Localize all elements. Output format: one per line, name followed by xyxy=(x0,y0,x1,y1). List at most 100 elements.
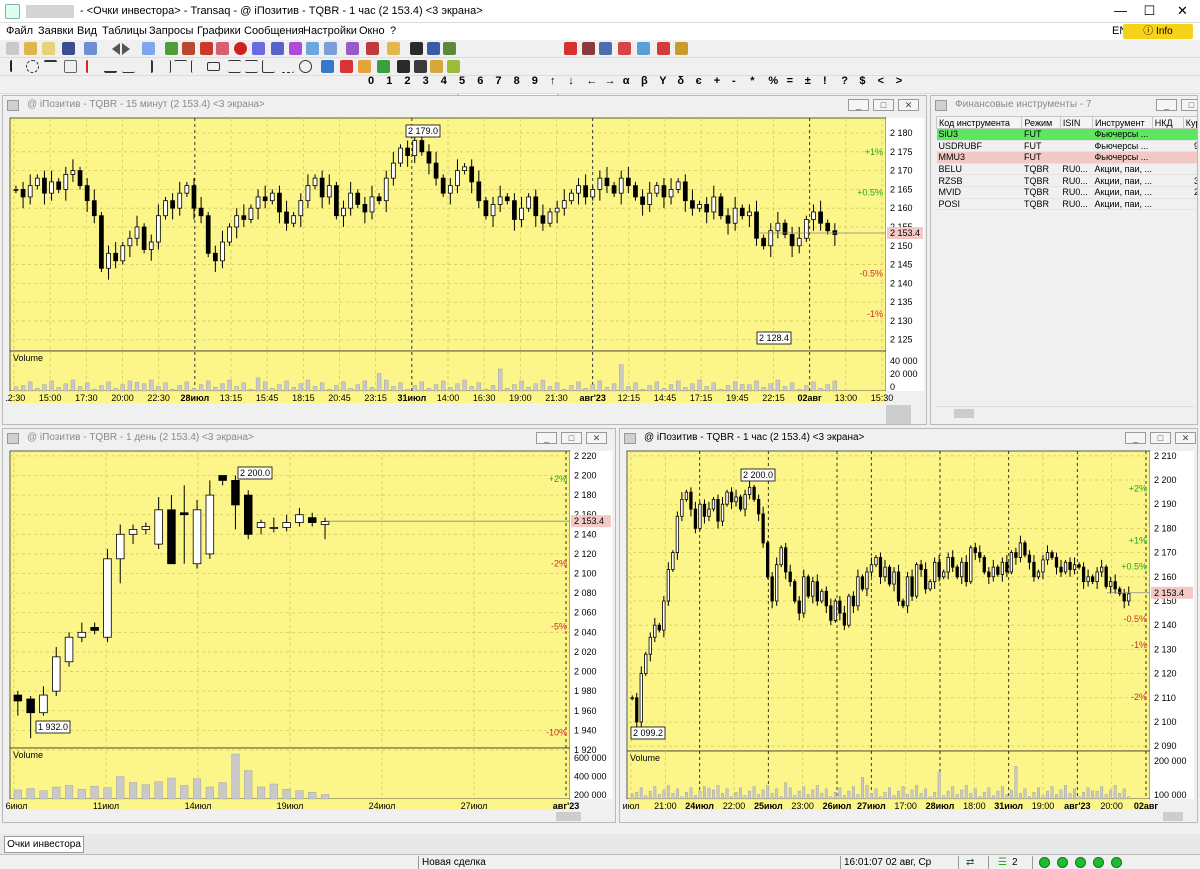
menu-view[interactable]: Вид xyxy=(77,25,97,37)
forward-arrow-icon[interactable] xyxy=(122,43,130,55)
symbol-button[interactable]: ± xyxy=(805,75,811,87)
symbol-button[interactable]: 7 xyxy=(495,75,501,87)
symbol-button[interactable]: β xyxy=(641,75,648,87)
hammer-icon[interactable] xyxy=(599,42,612,55)
tab-investor-glasses[interactable]: Очки инвестора xyxy=(4,836,84,853)
symbol-button[interactable]: є xyxy=(696,75,702,87)
chart1h-close-button[interactable]: ✕ xyxy=(1175,432,1196,444)
symbol-button[interactable]: $ xyxy=(859,75,865,87)
table-row[interactable]: RZSBTQBRRU0...Акции, паи, ... 38.80 xyxy=(936,174,1197,187)
vline-icon[interactable] xyxy=(191,60,204,73)
menu-help[interactable]: ? xyxy=(390,25,396,37)
fan-icon[interactable] xyxy=(262,60,275,73)
aug-icon[interactable] xyxy=(358,60,371,73)
instruments-minimize-button[interactable]: _ xyxy=(1156,99,1177,111)
symbol-button[interactable]: δ xyxy=(677,75,684,87)
info-button[interactable]: ⓘ Info xyxy=(1123,24,1193,39)
close-button[interactable]: ✕ xyxy=(1166,0,1199,23)
trend-icon[interactable] xyxy=(158,60,171,73)
symbol-button[interactable]: < xyxy=(878,75,884,87)
chart1h-restore-button[interactable]: □ xyxy=(1150,432,1171,444)
symbol-button[interactable]: ↑ xyxy=(550,75,556,87)
maximize-button[interactable]: ☐ xyxy=(1133,0,1166,23)
f-icon[interactable] xyxy=(324,42,337,55)
rectangle-icon[interactable] xyxy=(207,62,220,71)
binoculars-icon[interactable] xyxy=(410,42,423,55)
pointer-icon[interactable] xyxy=(10,60,19,72)
trades-icon[interactable] xyxy=(346,42,359,55)
instruments-hscroll[interactable] xyxy=(936,406,1194,419)
col-isin[interactable]: ISIN xyxy=(1059,116,1093,129)
symbol-button[interactable]: * xyxy=(750,75,754,87)
chart15-minimize-button[interactable]: _ xyxy=(848,99,869,111)
text-icon[interactable] xyxy=(397,60,410,73)
candle-icon[interactable] xyxy=(340,60,353,73)
menu-settings[interactable]: Настройки xyxy=(303,25,357,37)
col-nkd[interactable]: НКД xyxy=(1151,116,1184,129)
fibo-icon[interactable] xyxy=(228,60,241,73)
sp-icon[interactable] xyxy=(289,42,302,55)
col-rate[interactable]: Курс xyxy=(1182,116,1197,129)
symbol-button[interactable]: - xyxy=(732,75,736,87)
ray-icon[interactable] xyxy=(140,60,153,73)
signal-icon[interactable] xyxy=(377,60,390,73)
chartday-close-button[interactable]: ✕ xyxy=(586,432,607,444)
table-row[interactable]: BELUTQBRRU0...Акции, паи, ... 5080 xyxy=(936,163,1197,176)
menu-tables[interactable]: Таблицы xyxy=(102,25,147,37)
tp-icon[interactable] xyxy=(306,42,319,55)
symbol-button[interactable]: Y xyxy=(659,75,666,87)
chart1h-plot[interactable]: 2 2102 2002 1902 1802 1702 1602 1502 140… xyxy=(623,449,1197,823)
levels-icon[interactable] xyxy=(245,60,258,73)
news-icon[interactable] xyxy=(387,42,400,55)
sell-icon[interactable] xyxy=(182,42,195,55)
symbol-button[interactable]: ↓ xyxy=(568,75,574,87)
symbol-button[interactable]: 8 xyxy=(514,75,520,87)
open-icon[interactable] xyxy=(24,42,37,55)
menu-requests[interactable]: Запросы xyxy=(149,25,193,37)
menu-orders[interactable]: Заявки xyxy=(38,25,74,37)
print-icon[interactable] xyxy=(6,42,19,55)
channel-icon[interactable] xyxy=(174,60,187,73)
chart15-close-button[interactable]: ✕ xyxy=(898,99,919,111)
symbol-button[interactable]: 1 xyxy=(386,75,392,87)
symbol-button[interactable]: 6 xyxy=(477,75,483,87)
hline-icon[interactable] xyxy=(44,60,57,73)
cancel-orders-icon[interactable] xyxy=(216,42,229,55)
menu-window[interactable]: Окно xyxy=(359,25,385,37)
symbol-button[interactable]: 3 xyxy=(423,75,429,87)
scroll-thumb[interactable] xyxy=(954,409,974,418)
symbol-button[interactable]: ← xyxy=(586,75,597,87)
quotes-icon[interactable] xyxy=(443,42,456,55)
line-icon[interactable] xyxy=(104,60,117,73)
indicators-icon[interactable] xyxy=(321,60,334,73)
segment-icon[interactable] xyxy=(122,60,135,73)
portfolio-icon[interactable] xyxy=(618,42,631,55)
stop-icon[interactable] xyxy=(234,42,247,55)
symbol-button[interactable]: % xyxy=(768,75,778,87)
symbol-button[interactable]: → xyxy=(605,75,616,87)
red-orders-icon[interactable] xyxy=(200,42,213,55)
circle-icon[interactable] xyxy=(299,60,312,73)
t-icon[interactable] xyxy=(582,42,595,55)
p-icon[interactable] xyxy=(657,42,670,55)
symbol-button[interactable]: 0 xyxy=(368,75,374,87)
chart15-plot[interactable]: 2 1802 1752 1702 1652 1602 1552 1502 145… xyxy=(6,116,924,425)
table-row[interactable]: USDRUBFFUT Фьючерсы ... 93.27 xyxy=(936,140,1197,153)
col-instrument[interactable]: Инструмент xyxy=(1091,116,1153,129)
arc-icon[interactable] xyxy=(281,60,294,73)
chart1h-minimize-button[interactable]: _ xyxy=(1125,432,1146,444)
crosshair-icon[interactable] xyxy=(26,60,39,73)
window-icon[interactable] xyxy=(142,42,155,55)
save-icon[interactable] xyxy=(62,42,75,55)
chartday-restore-button[interactable]: □ xyxy=(561,432,582,444)
magnet-icon[interactable] xyxy=(430,60,443,73)
f-stop-icon[interactable] xyxy=(271,42,284,55)
symbol-button[interactable]: > xyxy=(896,75,902,87)
instruments-restore-button[interactable]: □ xyxy=(1181,99,1197,111)
symbol-button[interactable]: ! xyxy=(823,75,827,87)
report-icon[interactable] xyxy=(637,42,650,55)
symbol-button[interactable]: 4 xyxy=(441,75,447,87)
draw-icon[interactable] xyxy=(86,60,99,73)
tag-icon[interactable] xyxy=(447,60,460,73)
chartday-plot[interactable]: 2 2202 2002 1802 1602 1402 1202 1002 080… xyxy=(6,449,614,823)
